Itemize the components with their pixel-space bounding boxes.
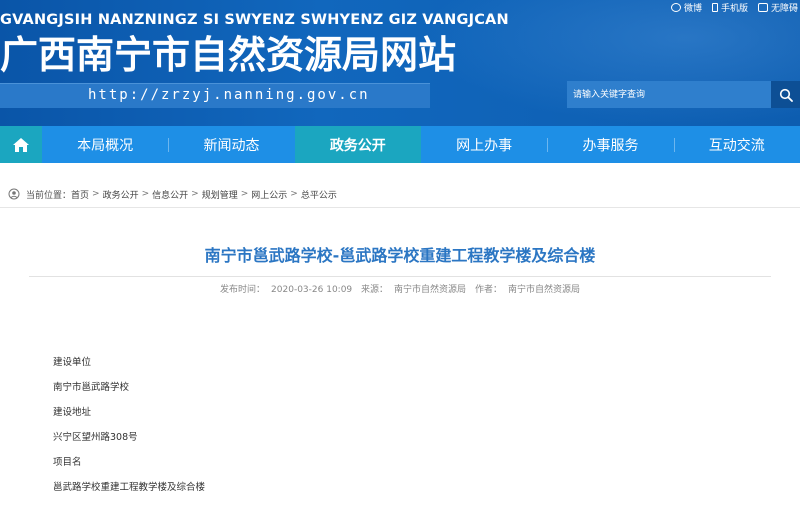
article-meta: 发布时间： 2020-03-26 10:09 来源： 南宁市自然资源局 作者： 南宁市… <box>0 282 800 295</box>
breadcrumb-separator: > <box>290 189 298 199</box>
site-url: http://zrzyj.nanning.gov.cn <box>88 87 370 103</box>
accessibility-link[interactable]: 无障碍 <box>757 1 798 14</box>
mobile-link[interactable]: 手机版 <box>711 1 748 14</box>
site-pinyin-name: GVANGJSIH NANZNINGZ SI SWYENZ SWHYENZ GI… <box>0 12 509 28</box>
site-logo-title[interactable]: 广西南宁市自然资源局网站 <box>0 32 456 78</box>
breadcrumb-government-affairs[interactable]: 政务公开 <box>103 188 139 201</box>
breadcrumb-online-publicity[interactable]: 网上公示 <box>251 188 287 201</box>
breadcrumb-home[interactable]: 首页 <box>71 188 89 201</box>
search-input[interactable] <box>567 81 771 108</box>
article-author: 南宁市自然资源局 <box>507 285 580 295</box>
breadcrumb-master-plan-publicity[interactable]: 总平公示 <box>301 188 337 201</box>
search-icon <box>779 88 793 102</box>
search-button[interactable] <box>771 81 800 108</box>
content-paragraph: 邕武路学校重建工程教学楼及综合楼 <box>53 482 206 493</box>
nav-item-government-affairs[interactable]: 政务公开 <box>294 126 421 163</box>
article-content: 建设单位 南宁市邕武路学校 建设地址 兴宁区望州路308号 项目名 邕武路学校重… <box>53 356 753 506</box>
content-paragraph: 项目名 <box>53 457 82 468</box>
nav-item-about[interactable]: 本局概况 <box>42 126 168 163</box>
weibo-icon <box>670 2 681 12</box>
breadcrumb: 当前位置： 首页 > 政务公开 > 信息公开 > 规划管理 > 网上公示 > 总… <box>8 185 337 203</box>
accessibility-icon <box>757 2 768 12</box>
author-label: 作者： <box>474 285 502 295</box>
breadcrumb-planning-management[interactable]: 规划管理 <box>202 188 238 201</box>
breadcrumb-information-disclosure[interactable]: 信息公开 <box>152 188 188 201</box>
breadcrumb-divider <box>0 207 800 208</box>
article-source: 南宁市自然资源局 <box>394 285 467 295</box>
site-url-bar: http://zrzyj.nanning.gov.cn <box>0 83 430 108</box>
site-header: 微博 手机版 无障碍 GVANGJSIH NANZNINGZ SI SWYENZ… <box>0 0 800 126</box>
breadcrumb-separator: > <box>92 189 100 199</box>
home-icon <box>13 137 29 152</box>
breadcrumb-separator: > <box>141 189 150 199</box>
source-label: 来源： <box>361 285 389 295</box>
publish-time-label: 发布时间： <box>220 285 266 295</box>
breadcrumb-separator: > <box>240 189 249 199</box>
weibo-link[interactable]: 微博 <box>670 1 702 14</box>
home-button[interactable] <box>0 126 42 163</box>
search-box <box>567 81 800 108</box>
content-paragraph: 建设单位 <box>53 357 92 368</box>
main-nav: 本局概况 新闻动态 政务公开 网上办事 办事服务 互动交流 <box>0 126 800 163</box>
phone-icon <box>711 2 718 12</box>
publish-time: 2020-03-26 10:09 <box>271 285 353 295</box>
content-paragraph: 兴宁区望州路308号 <box>53 432 138 443</box>
location-icon <box>8 188 20 200</box>
nav-item-news[interactable]: 新闻动态 <box>168 126 294 163</box>
nav-item-services[interactable]: 办事服务 <box>547 126 673 163</box>
nav-item-interaction[interactable]: 互动交流 <box>673 126 800 163</box>
content-paragraph: 南宁市邕武路学校 <box>53 382 130 393</box>
breadcrumb-separator: > <box>191 189 199 199</box>
breadcrumb-prefix: 当前位置： <box>26 190 72 201</box>
nav-item-online-services[interactable]: 网上办事 <box>421 126 547 163</box>
top-links: 微博 手机版 无障碍 <box>670 0 800 14</box>
title-divider <box>29 276 771 277</box>
article-title: 南宁市邕武路学校-邕武路学校重建工程教学楼及综合楼 <box>204 246 596 265</box>
content-paragraph: 建设地址 <box>53 407 92 418</box>
